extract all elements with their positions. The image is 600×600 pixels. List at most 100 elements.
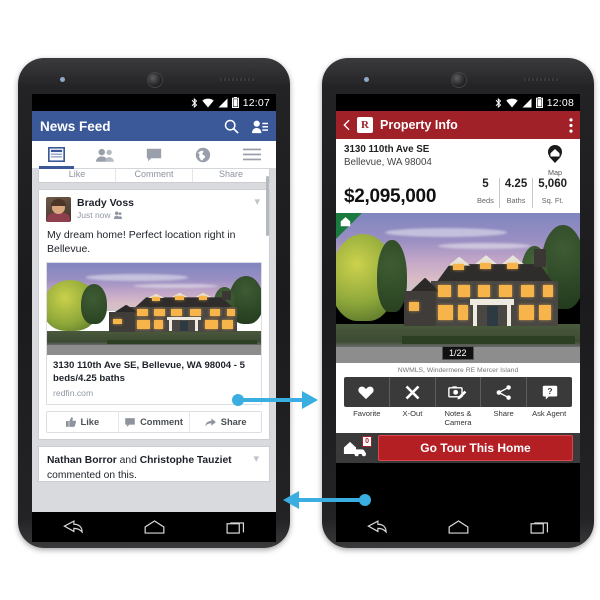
map-button[interactable]: Map	[538, 144, 572, 177]
page-title: News Feed	[40, 118, 111, 134]
comment-bubble-icon	[125, 417, 135, 427]
post-action-row: Like Comment Share	[46, 411, 262, 434]
ask-agent-button[interactable]: ?	[526, 377, 572, 408]
partial-action-comment[interactable]: Comment	[115, 169, 192, 182]
share-label: Share	[220, 417, 247, 428]
battery-icon	[231, 97, 239, 108]
bluetooth-icon	[495, 97, 501, 108]
tour-bottom-bar: 0 Go Tour This Home	[336, 433, 580, 464]
like-label: Like	[80, 417, 100, 428]
back-icon[interactable]	[366, 520, 387, 534]
facebook-header: News Feed	[32, 111, 276, 141]
tab-friends[interactable]	[81, 141, 130, 168]
front-camera	[147, 72, 163, 88]
home-icon[interactable]	[144, 520, 165, 534]
home-icon[interactable]	[448, 520, 469, 534]
next-post-conjunction: and	[116, 455, 140, 467]
recents-icon[interactable]	[530, 520, 549, 534]
tab-notifications[interactable]	[178, 141, 227, 168]
android-phone-redfin: 12:08 R Property Info 3130 110th Ave SE …	[322, 58, 594, 548]
heart-icon	[358, 386, 374, 399]
battery-icon	[535, 97, 543, 108]
phone-screen-redfin: 12:08 R Property Info 3130 110th Ave SE …	[336, 94, 580, 512]
next-post-subtitle: commented on this.	[47, 469, 137, 481]
house-icon	[340, 217, 351, 227]
search-icon[interactable]	[224, 119, 239, 134]
property-photo[interactable]	[47, 263, 261, 356]
next-post-headline: Nathan Borror and Christophe Tauziet ▾	[47, 454, 261, 467]
friend-requests-icon[interactable]	[252, 119, 268, 134]
phone-top-bezel	[322, 58, 594, 94]
stat-baths-label: Baths	[506, 196, 526, 206]
address-line-1: 3130 110th Ave SE	[344, 144, 430, 155]
map-button-label: Map	[548, 168, 562, 177]
hamburger-menu-icon	[242, 148, 261, 161]
property-action-bar: ? Favorite X-Out Notes & Camera Share As…	[336, 377, 580, 434]
tab-more[interactable]	[227, 141, 276, 168]
friends-icon	[96, 148, 115, 162]
page-title: Property Info	[380, 118, 458, 132]
bluetooth-icon	[191, 97, 197, 108]
back-chevron-icon[interactable]	[343, 119, 350, 131]
globe-icon	[195, 147, 210, 162]
post-author[interactable]: Brady Voss	[77, 197, 254, 210]
stat-sqft-value: 5,060	[538, 178, 567, 190]
facebook-news-feed[interactable]: Like Comment Share Brady Voss Just now ▾…	[32, 169, 276, 512]
phone-top-bezel	[18, 58, 290, 94]
favorite-button[interactable]	[344, 377, 389, 407]
map-pin-house-icon	[548, 145, 562, 163]
camera-note-icon	[448, 385, 467, 399]
post-link-attachment[interactable]: 3130 110th Ave SE, Bellevue, WA 98004 - …	[46, 262, 262, 406]
attachment-domain: redfin.com	[53, 388, 94, 399]
comment-button[interactable]: Comment	[117, 412, 190, 433]
status-clock: 12:07	[242, 96, 270, 109]
tour-badge: 0	[362, 436, 372, 448]
wifi-icon	[202, 98, 214, 107]
share-button[interactable]: Share	[189, 412, 261, 433]
wifi-icon	[506, 98, 518, 107]
partial-action-like[interactable]: Like	[39, 169, 115, 182]
stat-baths-value: 4.25	[504, 178, 528, 190]
tab-news-feed[interactable]	[32, 141, 81, 169]
front-camera	[451, 72, 467, 88]
facebook-tab-bar	[32, 141, 276, 169]
stat-beds-value: 5	[482, 178, 489, 190]
post-options-chevron-down-icon[interactable]: ▾	[254, 197, 262, 208]
proximity-sensor	[364, 77, 369, 82]
x-out-label: X-Out	[402, 409, 423, 419]
go-tour-this-home-button[interactable]: Go Tour This Home	[378, 435, 573, 462]
address-line-2: Bellevue, WA 98004	[344, 156, 432, 168]
property-stats: 5 Beds 4.25 Baths 5,060 Sq. Ft.	[472, 178, 572, 209]
property-photo-gallery[interactable]: 1/22	[336, 213, 580, 364]
listing-attribution: NWMLS, Windermere RE Mercer Island	[336, 363, 580, 378]
notes-camera-label: Notes & Camera	[444, 409, 472, 428]
price-row: $2,095,000 5 Beds 4.25 Baths 5,060 Sq. F…	[336, 177, 580, 214]
partial-action-share[interactable]: Share	[192, 169, 269, 182]
next-post-name-2[interactable]: Christophe Tauziet	[140, 455, 232, 466]
next-post-chevron-down-icon[interactable]: ▾	[253, 454, 261, 465]
photo-counter: 1/22	[442, 346, 474, 361]
post-timestamp: Just now	[77, 210, 254, 221]
share-button[interactable]	[480, 377, 526, 408]
like-button[interactable]: Like	[47, 412, 118, 432]
post-text: My dream home! Perfect location right in…	[47, 229, 236, 256]
house-car-icon[interactable]: 0	[343, 436, 372, 458]
feed-scrollbar[interactable]	[266, 176, 269, 236]
next-post-name-1[interactable]: Nathan Borror	[47, 455, 117, 466]
x-out-button[interactable]	[388, 377, 435, 408]
overflow-menu-icon[interactable]	[569, 117, 573, 133]
notes-camera-button[interactable]	[434, 377, 481, 408]
attachment-caption: 3130 110th Ave SE, Bellevue, WA 98004 - …	[47, 355, 261, 405]
redfin-header: R Property Info	[336, 111, 580, 139]
tab-messages[interactable]	[130, 141, 179, 168]
avatar[interactable]	[46, 197, 71, 222]
recents-icon[interactable]	[226, 520, 245, 534]
previous-post-actions: Like Comment Share	[38, 169, 270, 183]
redfin-logo: R	[357, 117, 373, 133]
back-icon[interactable]	[62, 520, 83, 534]
stat-beds: 5 Beds	[472, 178, 499, 208]
attachment-title: 3130 110th Ave SE, Bellevue, WA 98004 - …	[53, 360, 245, 384]
post-header: Brady Voss Just now ▾	[39, 190, 269, 226]
favorite-label: Favorite	[353, 409, 381, 419]
feed-post-next[interactable]: Nathan Borror and Christophe Tauziet ▾ c…	[38, 446, 270, 482]
